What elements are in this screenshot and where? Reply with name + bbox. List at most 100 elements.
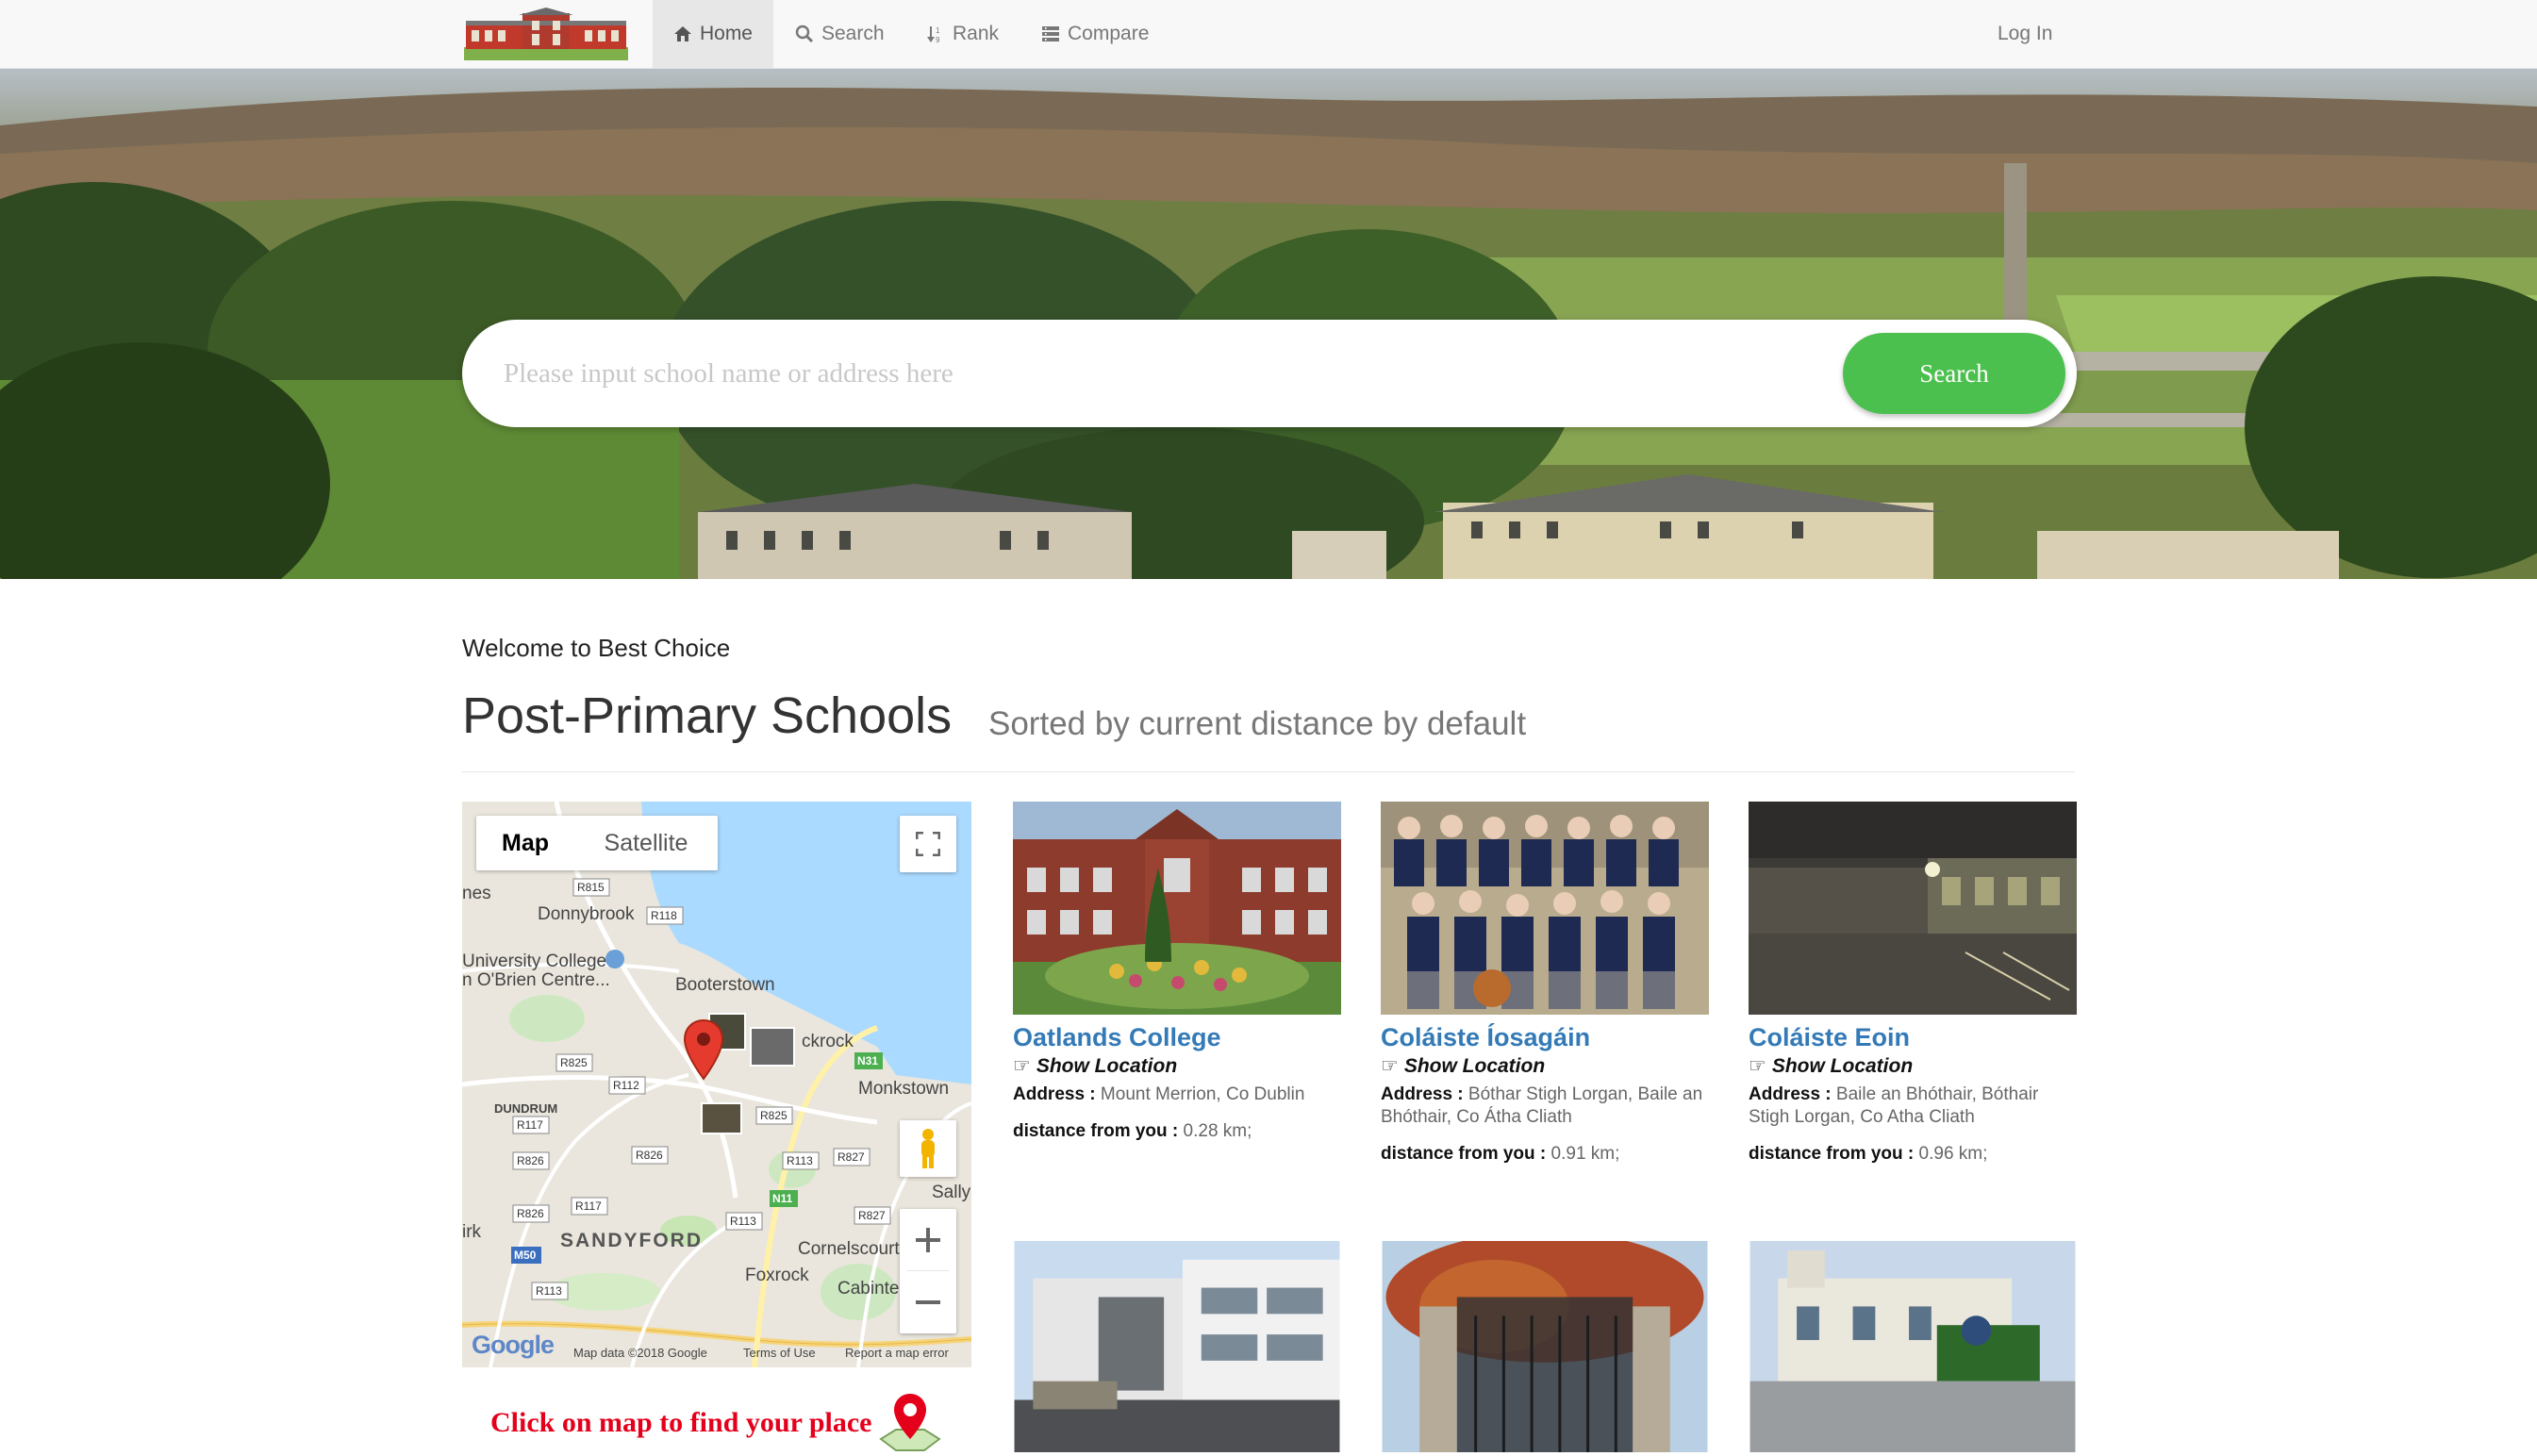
distance-value: 0.96 km; (1918, 1144, 1988, 1164)
svg-text:R826: R826 (636, 1149, 663, 1162)
nav-search[interactable]: Search (774, 0, 905, 68)
show-location-link[interactable]: ☞ Show Location (1749, 1054, 2077, 1078)
street-view-pegman[interactable] (900, 1120, 956, 1177)
svg-text:R826: R826 (517, 1154, 544, 1167)
school-search-input[interactable] (504, 342, 1824, 405)
map-type-control: Map Satellite (476, 816, 718, 870)
map-marker-icon[interactable] (683, 1018, 724, 1081)
svg-text:R113: R113 (536, 1284, 562, 1298)
map-type-satellite[interactable]: Satellite (574, 816, 718, 870)
school-name-link[interactable]: Coláiste Íosagáin (1381, 1022, 1709, 1052)
map-terms-link[interactable]: Terms of Use (743, 1346, 816, 1360)
school-card: Coláiste Eoin ☞ Show Location Address : … (1749, 802, 2077, 1165)
svg-text:SANDYFORD: SANDYFORD (560, 1230, 703, 1251)
school-distance: distance from you : 0.28 km; (1013, 1121, 1341, 1142)
nav-home[interactable]: Home (653, 0, 773, 68)
zoom-in-button[interactable] (907, 1209, 949, 1271)
navbar: Home Search 19 Rank Compare Log In (0, 0, 2537, 69)
zoom-control (900, 1209, 956, 1333)
svg-text:R815: R815 (577, 881, 605, 894)
school-address: Address : Bóthar Stigh Lorgan, Baile an … (1381, 1084, 1709, 1129)
school-photo[interactable] (1013, 802, 1341, 1015)
nav-home-label: Home (699, 23, 753, 44)
home-icon (673, 26, 691, 41)
nav-compare-label: Compare (1068, 23, 1150, 44)
svg-text:n O'Brien Centre...: n O'Brien Centre... (462, 970, 610, 990)
distance-label: distance from you : (1013, 1121, 1179, 1141)
pointing-hand-icon: ☞ (1013, 1055, 1031, 1077)
svg-text:R113: R113 (787, 1154, 813, 1167)
sort-icon: 19 (927, 26, 940, 43)
school-photo[interactable] (1749, 1241, 2077, 1452)
svg-text:R826: R826 (517, 1207, 544, 1220)
pointing-hand-icon: ☞ (1749, 1055, 1766, 1077)
school-name-link[interactable]: Coláiste Eoin (1749, 1022, 2077, 1052)
address-value: Mount Merrion, Co Dublin (1100, 1084, 1305, 1104)
school-name-link[interactable]: Oatlands College (1013, 1022, 1341, 1052)
page-subtitle: Sorted by current distance by default (988, 705, 1527, 742)
svg-text:R112: R112 (613, 1079, 639, 1092)
school-photo[interactable] (1749, 802, 2077, 1015)
show-location-label: Show Location (1403, 1054, 1546, 1077)
svg-text:nes: nes (462, 884, 491, 903)
google-logo: Google (472, 1331, 555, 1360)
svg-text:Foxrock: Foxrock (745, 1266, 809, 1285)
hero-search-bar: Search (462, 320, 2077, 427)
distance-value: 0.91 km; (1550, 1144, 1620, 1164)
divider (462, 771, 2075, 772)
svg-text:Booterstown: Booterstown (675, 975, 775, 995)
zoom-out-button[interactable] (916, 1271, 940, 1333)
svg-text:N11: N11 (772, 1192, 793, 1205)
school-distance: distance from you : 0.96 km; (1749, 1144, 2077, 1165)
svg-text:irk: irk (462, 1222, 482, 1242)
search-button[interactable]: Search (1843, 333, 2065, 414)
svg-text:R827: R827 (837, 1150, 865, 1164)
click-map-text: Click on map to find your place (490, 1407, 872, 1438)
google-map[interactable]: Donnybrook nes University College n O'Br… (462, 802, 971, 1367)
svg-text:R118: R118 (651, 909, 677, 922)
svg-text:University College: University College (462, 951, 606, 971)
svg-text:1: 1 (936, 26, 940, 35)
show-location-link[interactable]: ☞ Show Location (1381, 1054, 1709, 1078)
map-pin-icon (879, 1394, 941, 1451)
svg-text:R113: R113 (730, 1215, 756, 1228)
login-link[interactable]: Log In (1977, 0, 2073, 68)
fullscreen-button[interactable] (900, 816, 956, 872)
svg-text:R825: R825 (760, 1109, 788, 1122)
login-label: Log In (1998, 23, 2053, 44)
map-report-link[interactable]: Report a map error (845, 1346, 949, 1360)
svg-text:N31: N31 (857, 1054, 878, 1067)
school-card (1381, 1241, 1709, 1452)
svg-text:R117: R117 (575, 1200, 602, 1213)
search-icon (795, 25, 814, 43)
show-location-link[interactable]: ☞ Show Location (1013, 1054, 1341, 1078)
distance-value: 0.28 km; (1183, 1121, 1252, 1141)
svg-text:Sally: Sally (932, 1183, 971, 1202)
distance-label: distance from you : (1749, 1144, 1915, 1164)
school-photo[interactable] (1013, 1241, 1341, 1452)
school-card: Coláiste Íosagáin ☞ Show Location Addres… (1381, 802, 1709, 1165)
brand-logo[interactable] (464, 8, 628, 60)
svg-text:R117: R117 (517, 1118, 543, 1132)
nav-search-label: Search (821, 23, 885, 44)
svg-text:ckrock: ckrock (802, 1032, 854, 1051)
school-distance: distance from you : 0.91 km; (1381, 1144, 1709, 1165)
svg-text:Donnybrook: Donnybrook (538, 904, 635, 924)
svg-text:M50: M50 (514, 1249, 537, 1262)
svg-text:Monkstown: Monkstown (858, 1079, 949, 1099)
nav-compare[interactable]: Compare (1020, 0, 1169, 68)
show-location-label: Show Location (1771, 1054, 1914, 1077)
list-icon (1042, 26, 1059, 41)
nav-rank[interactable]: 19 Rank (905, 0, 1020, 68)
svg-text:Cabinte: Cabinte (837, 1279, 900, 1299)
welcome-text: Welcome to Best Choice (462, 634, 731, 662)
map-attribution: Map data ©2018 Google (573, 1346, 707, 1360)
nav-rank-label: Rank (953, 23, 1000, 44)
map-type-map[interactable]: Map (476, 816, 574, 870)
svg-text:9: 9 (936, 36, 940, 43)
svg-text:R827: R827 (858, 1209, 886, 1222)
google-logo-text: Google (472, 1331, 555, 1359)
school-photo[interactable] (1381, 1241, 1709, 1452)
school-photo[interactable] (1381, 802, 1709, 1015)
school-address: Address : Mount Merrion, Co Dublin (1013, 1084, 1341, 1106)
